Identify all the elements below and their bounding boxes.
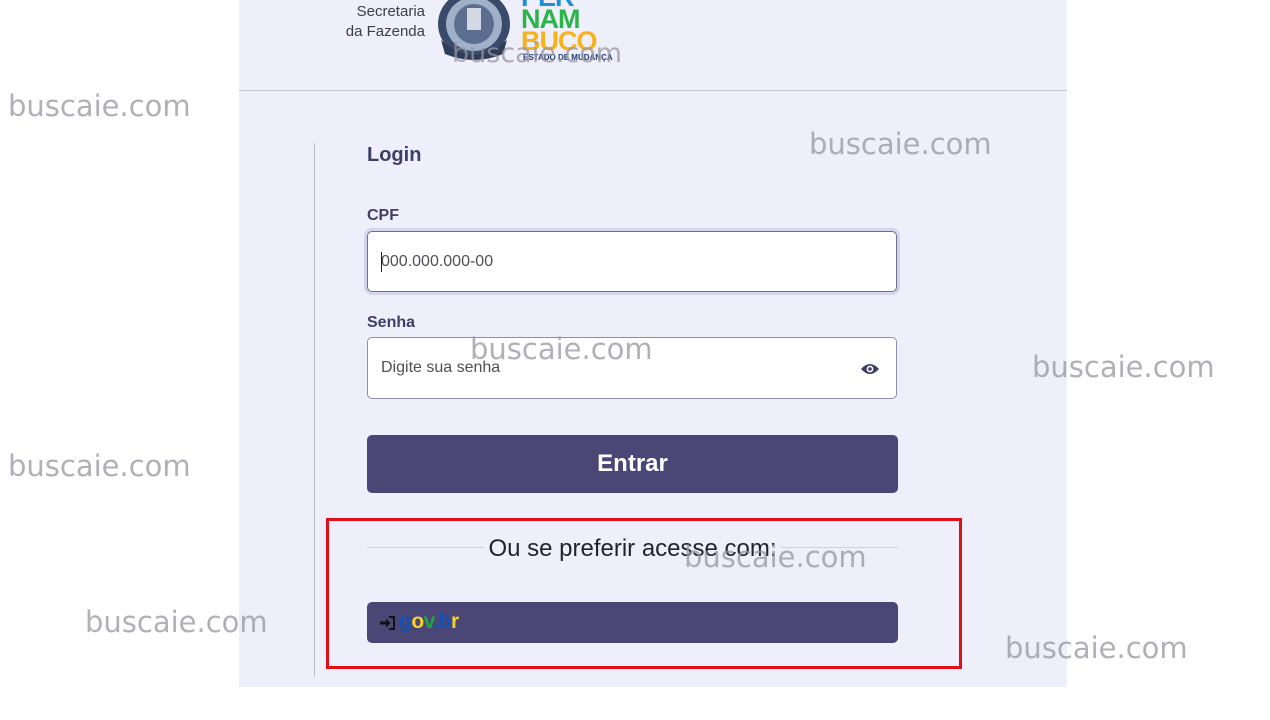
entrar-button[interactable]: Entrar bbox=[367, 435, 898, 493]
alt-login-text: Ou se preferir acesse com: bbox=[367, 535, 898, 563]
text-caret bbox=[381, 252, 382, 272]
state-logo-line3: BUCO bbox=[521, 26, 597, 56]
eye-icon[interactable] bbox=[860, 362, 880, 376]
senha-label: Senha bbox=[367, 314, 416, 331]
sign-in-icon bbox=[380, 616, 395, 630]
divider-vertical bbox=[314, 143, 315, 677]
watermark: buscaie.com bbox=[8, 89, 191, 123]
senha-field[interactable] bbox=[367, 337, 897, 399]
header: Secretaria da Fazenda PER NAM BUCO ESTAD… bbox=[239, 0, 1067, 91]
state-tagline: ESTADO DE MUDANÇA bbox=[523, 53, 613, 62]
govbr-logo: gov.br bbox=[399, 610, 459, 633]
state-crest-icon bbox=[438, 0, 510, 60]
org-name-line1: Secretaria bbox=[356, 3, 425, 20]
govbr-button[interactable]: gov.br bbox=[367, 602, 898, 643]
org-name: Secretaria da Fazenda bbox=[319, 2, 425, 42]
login-panel: Secretaria da Fazenda PER NAM BUCO ESTAD… bbox=[239, 0, 1067, 687]
cpf-input[interactable] bbox=[368, 232, 896, 291]
senha-input[interactable] bbox=[368, 338, 896, 398]
alt-login-label: Ou se preferir acesse com: bbox=[484, 535, 781, 562]
state-logo: PER NAM BUCO ESTADO DE MUDANÇA bbox=[521, 0, 633, 66]
cpf-label: CPF bbox=[367, 207, 399, 224]
watermark: buscaie.com bbox=[8, 449, 191, 483]
login-title: Login bbox=[367, 144, 422, 166]
org-name-line2: da Fazenda bbox=[345, 23, 425, 40]
cpf-field[interactable] bbox=[367, 231, 897, 292]
